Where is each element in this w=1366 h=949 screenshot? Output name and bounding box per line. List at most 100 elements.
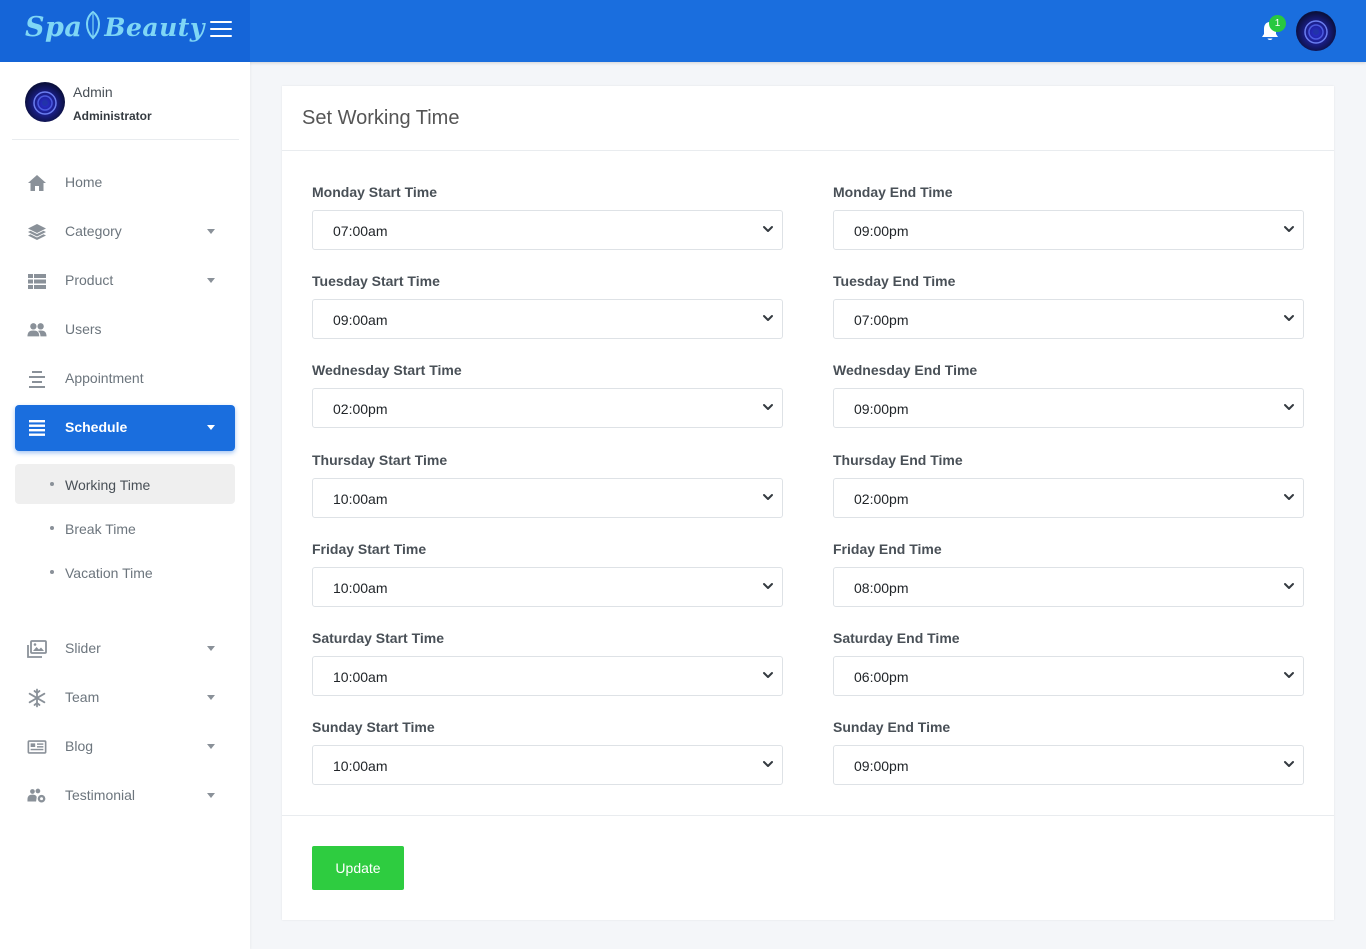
sidebar-item-testimonial[interactable]: Testimonial: [15, 773, 235, 819]
avatar[interactable]: [25, 82, 65, 122]
divider: [282, 815, 1334, 816]
menu-toggle-icon[interactable]: [210, 21, 232, 39]
start-time-label: Wednesday Start Time: [312, 362, 462, 378]
sidebar-item-users[interactable]: Users: [15, 307, 235, 353]
chevron-down-icon: [1284, 672, 1294, 678]
start-time-select[interactable]: 02:00pm: [312, 388, 783, 428]
start-time-select[interactable]: 09:00am: [312, 299, 783, 339]
start-time-label: Saturday Start Time: [312, 630, 445, 646]
end-time-label: Wednesday End Time: [833, 362, 978, 378]
brand-logo[interactable]: Spa Beauty: [25, 10, 205, 43]
end-time-value: 09:00pm: [854, 758, 909, 774]
start-time-label: Sunday Start Time: [312, 719, 435, 735]
sidebar-subitem-working-time[interactable]: Working Time: [15, 464, 235, 504]
rose-image: [33, 91, 57, 115]
start-time-value: 07:00am: [333, 223, 388, 239]
start-time-select[interactable]: 10:00am: [312, 478, 783, 518]
end-time-value: 09:00pm: [854, 401, 909, 417]
chevron-down-icon: [207, 278, 215, 283]
user-panel: Admin Administrator: [12, 62, 239, 140]
chevron-down-icon: [1284, 761, 1294, 767]
end-time-select[interactable]: 09:00pm: [833, 210, 1304, 250]
end-time-select[interactable]: 07:00pm: [833, 299, 1304, 339]
end-time-select[interactable]: 08:00pm: [833, 567, 1304, 607]
end-time-value: 09:00pm: [854, 223, 909, 239]
chevron-down-icon: [763, 226, 773, 232]
start-time-select[interactable]: 10:00am: [312, 656, 783, 696]
start-time-value: 10:00am: [333, 580, 388, 596]
layers-icon: [28, 224, 46, 240]
user-name[interactable]: Admin: [73, 84, 113, 100]
end-time-value: 08:00pm: [854, 580, 909, 596]
chevron-down-icon: [1284, 315, 1294, 321]
sidebar-subitem-vacation-time[interactable]: Vacation Time: [15, 552, 235, 592]
start-time-value: 10:00am: [333, 491, 388, 507]
user-role: Administrator: [73, 109, 152, 123]
chevron-down-icon: [207, 646, 215, 651]
end-time-value: 02:00pm: [854, 491, 909, 507]
update-button[interactable]: Update: [312, 846, 404, 890]
snowflake-icon: [28, 688, 46, 708]
sidebar-item-category[interactable]: Category: [15, 209, 235, 255]
leaf-icon: [86, 10, 101, 40]
working-time-card: Set Working Time Monday Start Time 07:00…: [282, 86, 1334, 920]
start-time-label: Monday Start Time: [312, 184, 437, 200]
chevron-down-icon: [207, 695, 215, 700]
chevron-down-icon: [763, 672, 773, 678]
chevron-down-icon: [1284, 583, 1294, 589]
sidebar-item-appointment[interactable]: Appointment: [15, 356, 235, 402]
end-time-label: Saturday End Time: [833, 630, 960, 646]
bullet-icon: [50, 570, 54, 574]
sidebar-item-blog[interactable]: Blog: [15, 724, 235, 770]
bullet-icon: [50, 526, 54, 530]
end-time-select[interactable]: 06:00pm: [833, 656, 1304, 696]
chevron-down-icon: [763, 404, 773, 410]
chevron-down-icon: [207, 744, 215, 749]
end-time-label: Tuesday End Time: [833, 273, 956, 289]
sidebar-item-team[interactable]: Team: [15, 675, 235, 721]
start-time-select[interactable]: 10:00am: [312, 567, 783, 607]
chevron-down-icon: [763, 494, 773, 500]
start-time-value: 10:00am: [333, 758, 388, 774]
start-time-value: 09:00am: [333, 312, 388, 328]
bullet-icon: [50, 482, 54, 486]
newspaper-icon: [27, 740, 47, 754]
end-time-label: Friday End Time: [833, 541, 942, 557]
chevron-down-icon: [207, 793, 215, 798]
start-time-label: Tuesday Start Time: [312, 273, 440, 289]
end-time-value: 07:00pm: [854, 312, 909, 328]
sidebar-item-slider[interactable]: Slider: [15, 626, 235, 672]
brand-area: Spa Beauty: [0, 0, 250, 62]
chevron-down-icon: [207, 229, 215, 234]
align-center-icon: [29, 371, 45, 388]
sidebar-subitem-break-time[interactable]: Break Time: [15, 508, 235, 548]
sidebar: Admin Administrator Home Category Produc…: [0, 62, 250, 949]
top-navbar: Spa Beauty 1: [0, 0, 1366, 62]
home-icon: [28, 175, 46, 191]
start-time-label: Friday Start Time: [312, 541, 427, 557]
rose-image: [1304, 20, 1328, 44]
chevron-down-icon: [207, 425, 215, 430]
header-avatar[interactable]: [1296, 11, 1336, 51]
card-header: Set Working Time: [282, 86, 1334, 151]
end-time-select[interactable]: 02:00pm: [833, 478, 1304, 518]
list-icon: [29, 420, 45, 436]
start-time-label: Thursday Start Time: [312, 452, 448, 468]
start-time-select[interactable]: 10:00am: [312, 745, 783, 785]
brand-word-1: Spa: [25, 12, 83, 43]
sidebar-item-home[interactable]: Home: [15, 160, 235, 206]
end-time-label: Monday End Time: [833, 184, 953, 200]
end-time-value: 06:00pm: [854, 669, 909, 685]
users-icon: [27, 323, 47, 337]
start-time-select[interactable]: 07:00am: [312, 210, 783, 250]
end-time-select[interactable]: 09:00pm: [833, 745, 1304, 785]
chevron-down-icon: [763, 583, 773, 589]
start-time-value: 10:00am: [333, 669, 388, 685]
notification-badge: 1: [1269, 15, 1286, 32]
end-time-select[interactable]: 09:00pm: [833, 388, 1304, 428]
end-time-label: Sunday End Time: [833, 719, 951, 735]
sidebar-item-schedule[interactable]: Schedule: [15, 405, 235, 451]
chevron-down-icon: [763, 761, 773, 767]
users-gear-icon: [27, 788, 46, 803]
sidebar-item-product[interactable]: Product: [15, 258, 235, 304]
